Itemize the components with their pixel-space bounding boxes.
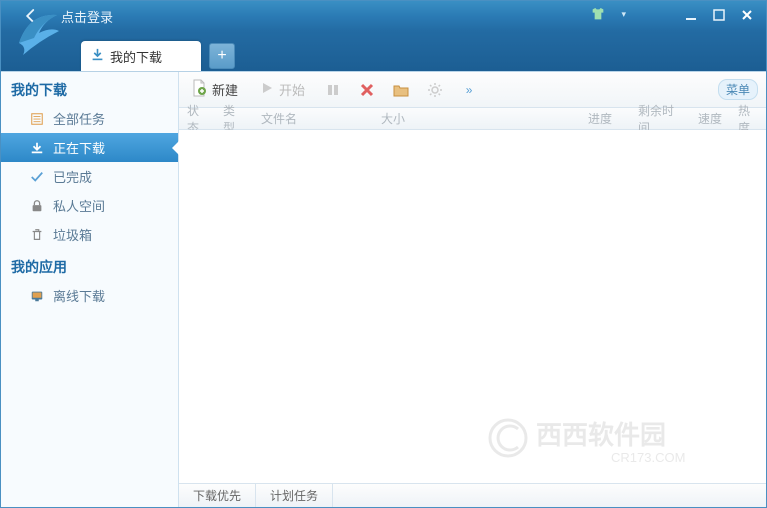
- sidebar-section-downloads: 我的下载: [1, 72, 178, 104]
- col-progress[interactable]: 进度: [580, 110, 630, 127]
- start-button[interactable]: 开始: [256, 77, 309, 102]
- check-icon: [29, 170, 45, 184]
- sidebar-item-trash[interactable]: 垃圾箱: [1, 220, 178, 249]
- sidebar-item-label: 私人空间: [53, 196, 105, 215]
- add-tab-button[interactable]: +: [209, 43, 235, 69]
- col-speed[interactable]: 速度: [690, 110, 730, 127]
- sidebar-item-label: 垃圾箱: [53, 225, 92, 244]
- body: 我的下载 全部任务 正在下载 已完成: [1, 71, 766, 507]
- watermark-text: 西西软件园: [536, 420, 666, 450]
- download-icon: [91, 48, 104, 64]
- start-label: 开始: [279, 80, 305, 99]
- menu-button[interactable]: 菜单: [718, 79, 758, 100]
- lock-icon: [29, 199, 45, 213]
- trash-icon: [29, 228, 45, 242]
- pause-button[interactable]: [323, 83, 343, 97]
- titlebar: 点击登录 ▾: [1, 1, 766, 31]
- settings-button[interactable]: [425, 82, 445, 98]
- sidebar-item-label: 正在下载: [53, 138, 105, 157]
- offline-icon: [29, 289, 45, 303]
- tabstrip: 我的下载 +: [1, 31, 766, 71]
- expand-icon[interactable]: »: [459, 83, 479, 97]
- task-list-empty: 西西软件园 CR173.COM: [179, 130, 766, 483]
- status-download-priority[interactable]: 下载优先: [179, 484, 256, 507]
- skin-dropdown-icon[interactable]: ▾: [621, 9, 626, 20]
- download-icon: [29, 141, 45, 155]
- new-task-button[interactable]: 新建: [187, 76, 242, 104]
- app-logo-icon: [9, 3, 69, 63]
- sidebar-item-label: 已完成: [53, 167, 92, 186]
- tab-label: 我的下载: [110, 47, 162, 66]
- watermark-icon: 西西软件园 CR173.COM: [486, 408, 746, 468]
- sidebar-section-apps: 我的应用: [1, 249, 178, 281]
- close-button[interactable]: [734, 5, 760, 25]
- window-controls: [678, 5, 760, 25]
- tab-my-downloads[interactable]: 我的下载: [81, 41, 201, 71]
- col-size[interactable]: 大小: [373, 110, 580, 127]
- play-icon: [260, 81, 274, 99]
- delete-button[interactable]: [357, 83, 377, 97]
- minimize-button[interactable]: [678, 5, 704, 25]
- sidebar-item-downloading[interactable]: 正在下载: [1, 133, 178, 162]
- app-window: 点击登录 ▾ 我的下载 +: [0, 0, 767, 508]
- sidebar-item-offline[interactable]: 离线下载: [1, 281, 178, 310]
- sidebar-item-label: 全部任务: [53, 109, 105, 128]
- sidebar: 我的下载 全部任务 正在下载 已完成: [1, 72, 179, 507]
- sidebar-item-completed[interactable]: 已完成: [1, 162, 178, 191]
- col-name[interactable]: 文件名: [253, 110, 373, 127]
- maximize-button[interactable]: [706, 5, 732, 25]
- sidebar-item-label: 离线下载: [53, 286, 105, 305]
- column-headers: 状态 类型 文件名 大小 进度 剩余时间 速度 热度: [179, 108, 766, 130]
- sidebar-item-all-tasks[interactable]: 全部任务: [1, 104, 178, 133]
- new-file-icon: [191, 79, 207, 101]
- new-label: 新建: [212, 80, 238, 99]
- statusbar: 下载优先 计划任务: [179, 483, 766, 507]
- status-scheduled-tasks[interactable]: 计划任务: [256, 484, 333, 507]
- watermark-domain: CR173.COM: [611, 450, 685, 465]
- skin-icon[interactable]: [590, 7, 606, 24]
- main: 新建 开始: [179, 72, 766, 507]
- list-icon: [29, 112, 45, 126]
- sidebar-item-private[interactable]: 私人空间: [1, 191, 178, 220]
- open-folder-button[interactable]: [391, 83, 411, 97]
